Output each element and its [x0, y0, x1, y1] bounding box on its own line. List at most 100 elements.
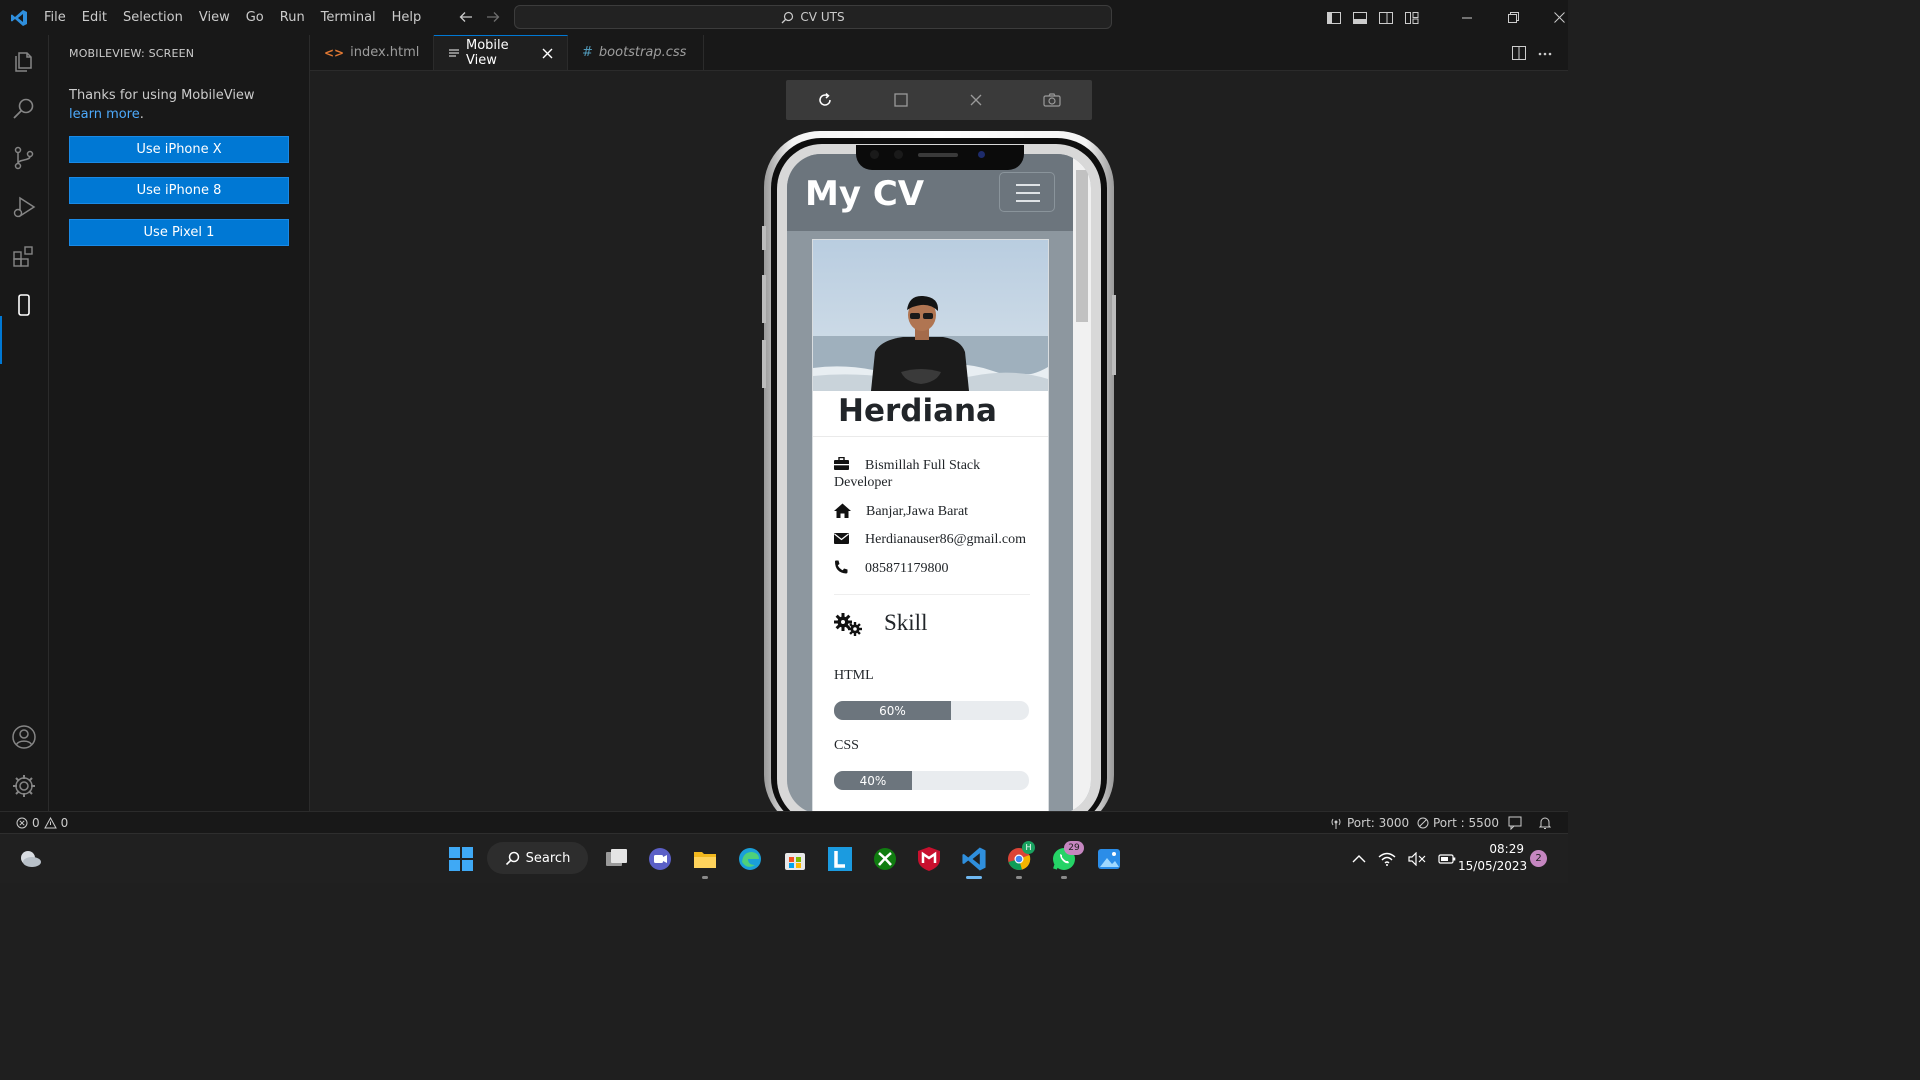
cogs-icon	[834, 613, 864, 637]
phone-power-button	[1112, 295, 1116, 375]
restore-icon[interactable]	[1490, 12, 1536, 23]
photos-icon[interactable]	[1096, 846, 1122, 872]
navbar-toggler-button[interactable]	[999, 172, 1055, 212]
xbox-icon[interactable]	[872, 846, 898, 872]
more-actions-icon[interactable]	[1538, 52, 1552, 56]
search-icon	[781, 11, 794, 24]
close-icon[interactable]	[970, 94, 982, 106]
wifi-icon[interactable]	[1378, 852, 1396, 866]
use-pixel-1-button[interactable]: Use Pixel 1	[69, 219, 289, 246]
manage-gear-icon[interactable]	[10, 772, 38, 800]
extensions-icon[interactable]	[10, 242, 38, 270]
back-arrow-icon[interactable]	[459, 10, 473, 24]
refresh-icon[interactable]	[817, 92, 833, 108]
port-3000-status[interactable]: Port: 3000	[1329, 812, 1409, 834]
clock-date: 15/05/2023	[1458, 859, 1528, 873]
tab-index-html[interactable]: <> index.html	[310, 35, 434, 70]
mcafee-icon[interactable]	[916, 846, 942, 872]
taskbar-search[interactable]: Search	[487, 842, 588, 874]
active-indicator	[0, 316, 2, 364]
search-icon	[505, 851, 520, 866]
run-debug-icon[interactable]	[10, 193, 38, 221]
close-tab-icon[interactable]	[542, 48, 553, 59]
tab-bootstrap-css[interactable]: # bootstrap.css	[568, 35, 704, 70]
battery-icon[interactable]	[1438, 853, 1456, 865]
l-app-icon[interactable]	[827, 846, 853, 872]
window-controls	[1444, 0, 1582, 35]
taskbar-clock[interactable]: 08:29 15/05/2023	[1458, 841, 1528, 875]
menu-terminal[interactable]: Terminal	[313, 10, 384, 25]
vscode-taskbar-icon[interactable]	[961, 846, 987, 872]
forward-arrow-icon[interactable]	[486, 10, 500, 24]
info-item-email: Herdianauser86@gmail.com	[834, 531, 1026, 548]
menu-go[interactable]: Go	[238, 10, 272, 25]
menu-selection[interactable]: Selection	[115, 10, 191, 25]
mobileview-sidebar: MOBILEVIEW: SCREEN Thanks for using Mobi…	[49, 35, 310, 811]
file-explorer-icon[interactable]	[692, 846, 718, 872]
phone-mute-switch	[762, 226, 766, 250]
task-view-icon[interactable]	[603, 846, 629, 872]
tab-mobile-view[interactable]: Mobile View	[434, 35, 568, 70]
command-center[interactable]: CV UTS	[514, 5, 1112, 29]
html-file-icon: <>	[324, 45, 345, 60]
home-icon	[834, 503, 851, 518]
problems-status[interactable]: 0 0	[16, 812, 68, 834]
vscode-logo-icon	[10, 9, 28, 27]
explorer-icon[interactable]	[10, 47, 38, 75]
port-5500-status[interactable]: Port : 5500	[1417, 812, 1499, 834]
search-icon[interactable]	[10, 95, 38, 123]
teams-chat-icon[interactable]	[647, 846, 673, 872]
skill-label-html: HTML	[834, 668, 874, 683]
phone-icon	[834, 560, 848, 574]
microsoft-store-icon[interactable]	[782, 846, 808, 872]
navbar-brand[interactable]: My CV	[805, 174, 924, 214]
menu-help[interactable]: Help	[384, 10, 430, 25]
toggle-secondary-sidebar-icon[interactable]	[1378, 10, 1394, 26]
info-item-phone: 085871179800	[834, 560, 948, 577]
notification-count-badge[interactable]: 2	[1530, 850, 1547, 867]
accounts-icon[interactable]	[10, 723, 38, 751]
toggle-panel-icon[interactable]	[1352, 10, 1368, 26]
chevron-up-icon[interactable]	[1352, 854, 1366, 864]
info-item-location: Banjar,Jawa Barat	[834, 503, 968, 520]
speaker-muted-icon[interactable]	[1408, 851, 1426, 866]
menu-bar: File Edit Selection View Go Run Terminal…	[36, 0, 429, 35]
status-bar: 0 0 Port: 3000 Port : 5500	[0, 811, 1568, 834]
notifications-bell-icon[interactable]	[1539, 812, 1551, 834]
briefcase-icon	[834, 457, 849, 471]
preview-scrollbar-thumb[interactable]	[1076, 170, 1088, 322]
warning-icon	[43, 817, 57, 829]
feedback-icon[interactable]	[1508, 812, 1522, 834]
profile-name: Herdiana	[838, 393, 997, 429]
close-window-icon[interactable]	[1536, 12, 1582, 23]
split-editor-icon[interactable]	[1512, 46, 1526, 60]
windows-start-icon[interactable]	[448, 846, 474, 872]
command-center-label: CV UTS	[800, 10, 845, 24]
learn-more-link[interactable]: learn more	[69, 107, 140, 122]
divider	[834, 594, 1030, 595]
use-iphone-8-button[interactable]: Use iPhone 8	[69, 177, 289, 204]
skill-label-css: CSS	[834, 738, 859, 753]
weather-icon[interactable]	[17, 846, 43, 872]
progress-fill-css: 40%	[834, 771, 912, 790]
block-icon	[1417, 817, 1429, 829]
edge-browser-icon[interactable]	[737, 846, 763, 872]
menu-run[interactable]: Run	[272, 10, 313, 25]
source-control-icon[interactable]	[10, 144, 38, 172]
screenshot-camera-icon[interactable]	[1043, 93, 1061, 107]
preview-icon	[448, 47, 460, 59]
minimize-icon[interactable]	[1444, 13, 1490, 23]
use-iphone-x-button[interactable]: Use iPhone X	[69, 136, 289, 163]
mobile-view-icon[interactable]	[10, 291, 38, 319]
menu-file[interactable]: File	[36, 10, 74, 25]
toggle-primary-sidebar-icon[interactable]	[1326, 10, 1342, 26]
chrome-profile-badge: H	[1022, 841, 1035, 854]
customize-layout-icon[interactable]	[1404, 10, 1420, 26]
menu-edit[interactable]: Edit	[74, 10, 115, 25]
phone-notch	[856, 145, 1024, 170]
rotate-square-icon[interactable]	[894, 93, 908, 107]
phone-volume-down	[762, 340, 766, 388]
profile-card: Herdiana Bismillah Full Stack Developer …	[812, 239, 1049, 814]
menu-view[interactable]: View	[191, 10, 238, 25]
layout-controls	[1326, 0, 1420, 35]
